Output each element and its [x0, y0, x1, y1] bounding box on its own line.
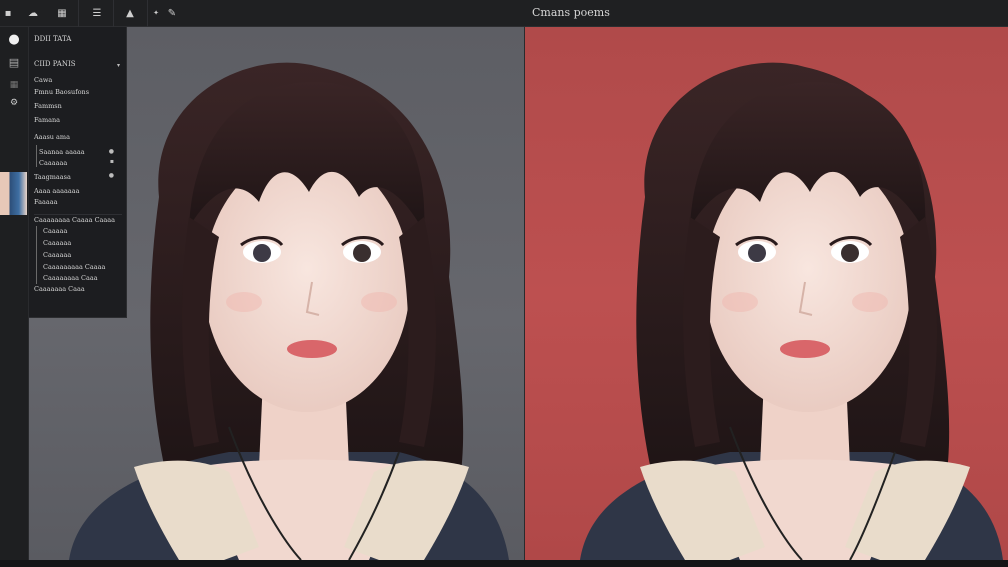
panel-row[interactable]: Fmnu Baosufons: [34, 88, 89, 96]
tree-line: [36, 145, 37, 167]
layer-thumbnail[interactable]: [0, 172, 27, 215]
visibility-dot-icon[interactable]: ●: [109, 148, 114, 155]
settings-icon[interactable]: ⚙: [4, 95, 24, 111]
panel-row[interactable]: Aaasu ama: [34, 133, 70, 141]
status-bar: [0, 560, 1008, 567]
panel-row[interactable]: Caaaaaa: [39, 159, 67, 167]
panel-row[interactable]: Faaaaa: [34, 198, 57, 206]
layout-icon[interactable]: ▦: [53, 5, 71, 21]
lock-icon[interactable]: ▪: [110, 158, 114, 165]
properties-panel: DDII TATA CIID PANIS ▾ Cawa Fmnu Baosufo…: [29, 27, 127, 318]
panel-row[interactable]: Caaaaaaa Caaa: [34, 285, 85, 293]
panel-row[interactable]: Caaaaaaaaa Caaaa: [43, 263, 105, 271]
sparkle-icon[interactable]: ✦: [151, 5, 161, 21]
mountain-icon[interactable]: ▲: [122, 5, 138, 21]
right-canvas[interactable]: [525, 27, 1008, 560]
panel-row[interactable]: Aaaa aaaaaaa: [34, 187, 80, 195]
document-icon[interactable]: ▤: [4, 54, 24, 70]
portrait-image-edited: [580, 62, 1003, 560]
panel-dropdown[interactable]: CIID PANIS: [34, 60, 76, 68]
panel-row[interactable]: Caaaaa: [43, 227, 67, 235]
panel-row[interactable]: Caaaaaaaa Caaa: [43, 274, 98, 282]
visibility-dot-icon[interactable]: ●: [109, 172, 114, 179]
chevron-down-icon[interactable]: ▾: [117, 62, 120, 69]
panel-row[interactable]: Fammsn: [34, 102, 62, 110]
panel-row[interactable]: Saanaa aaaaa: [39, 148, 85, 156]
layers-icon[interactable]: ☰: [90, 5, 104, 21]
panel-row[interactable]: Caaaaaaaa Caaaa Caaaa: [34, 214, 122, 224]
canvas-divider[interactable]: [524, 27, 525, 560]
cloud-icon[interactable]: ☁: [26, 5, 40, 21]
grid-icon[interactable]: ▦: [4, 77, 24, 93]
circle-tool-icon[interactable]: ●: [4, 31, 24, 47]
panel-row[interactable]: Cawa: [34, 76, 52, 84]
window-title: Cmans poems: [532, 6, 610, 19]
tool-strip: ● ▤ ▦ ⚙: [0, 27, 29, 567]
panel-title: DDII TATA: [34, 35, 72, 43]
top-toolbar: ▪ ☁ ▦ ☰ ▲ ✦ ✎ Cmans poems: [0, 0, 1008, 27]
panel-row[interactable]: Famana: [34, 116, 60, 124]
panel-row[interactable]: Taagmaasa: [34, 173, 71, 181]
pen-icon[interactable]: ✎: [166, 5, 178, 21]
tree-line: [36, 226, 37, 284]
panel-row[interactable]: Caaaaaa: [43, 239, 71, 247]
panel-row[interactable]: Caaaaaa: [43, 251, 71, 259]
menu-icon[interactable]: ▪: [2, 5, 14, 21]
